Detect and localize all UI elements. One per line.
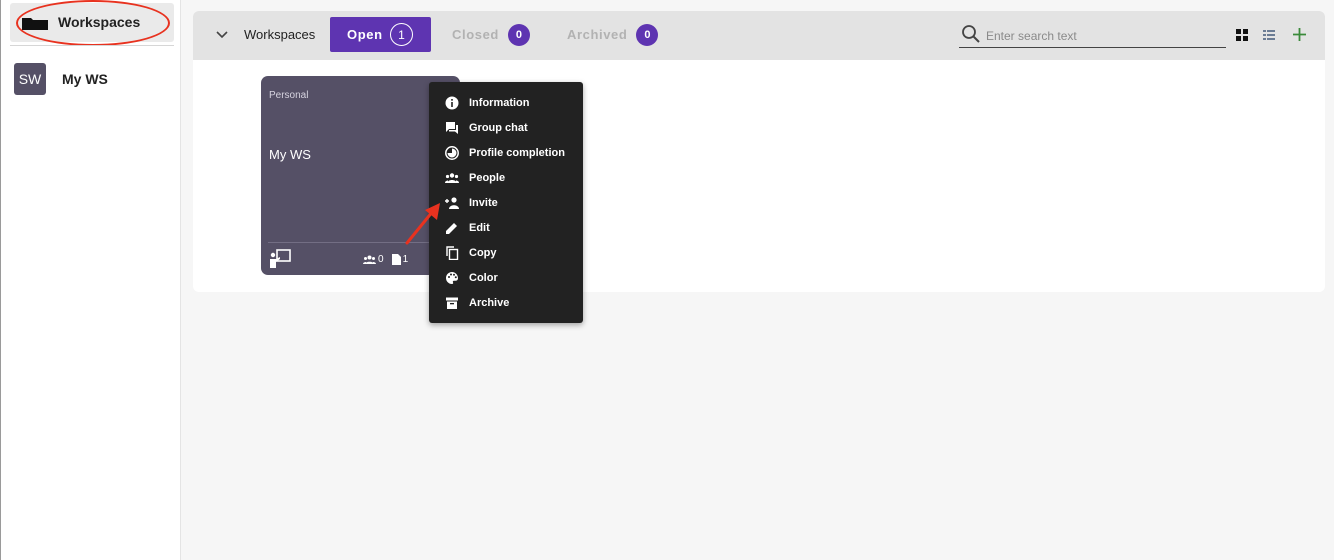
sidebar-header-title: Workspaces <box>58 14 141 30</box>
archive-icon <box>446 297 458 309</box>
menu-item-label: People <box>469 172 506 184</box>
menu-item-archive[interactable]: Archive <box>429 291 583 316</box>
card-type: Personal <box>269 90 309 101</box>
tab-open-label: Open <box>347 27 383 42</box>
menu-item-label: Profile completion <box>469 147 565 159</box>
tab-closed[interactable]: Closed 0 <box>452 17 530 52</box>
search-icon <box>962 25 980 43</box>
search-input[interactable] <box>986 27 1216 45</box>
card-stats: 0 1 <box>363 254 416 265</box>
menu-item-label: Information <box>469 97 530 109</box>
presenter-board-icon <box>270 249 291 268</box>
tab-archived-count: 0 <box>636 23 659 46</box>
chat-icon <box>446 122 458 134</box>
pencil-icon <box>446 223 457 234</box>
sidebar-item-label: My WS <box>62 71 108 87</box>
card-divider <box>268 242 453 243</box>
menu-item-color[interactable]: Color <box>429 266 583 291</box>
sidebar-item-my-ws[interactable]: SW My WS <box>10 60 174 98</box>
menu-item-edit[interactable]: Edit <box>429 216 583 241</box>
sidebar-header-workspaces[interactable]: Workspaces <box>10 3 174 42</box>
people-count: 0 <box>378 254 384 265</box>
chevron-down-icon[interactable] <box>215 28 229 42</box>
document-count: 1 <box>402 254 409 265</box>
search-box <box>959 23 1226 48</box>
avatar: SW <box>14 63 46 95</box>
info-icon <box>445 96 459 110</box>
people-icon <box>445 173 459 183</box>
menu-item-copy[interactable]: Copy <box>429 241 583 266</box>
menu-item-label: Color <box>469 272 498 284</box>
pie-chart-icon <box>445 146 459 160</box>
tab-archived-label: Archived <box>567 27 628 42</box>
tab-open[interactable]: Open 1 <box>330 17 431 52</box>
menu-item-label: Copy <box>469 247 497 259</box>
menu-item-people[interactable]: People <box>429 166 583 191</box>
grid-view-icon[interactable] <box>1235 28 1249 42</box>
copy-icon <box>446 246 459 260</box>
plus-icon[interactable] <box>1292 27 1307 42</box>
workspaces-panel: Workspaces Open 1 Closed 0 Archived 0 En… <box>193 11 1325 292</box>
context-menu: Information Group chat Profile completio… <box>429 82 583 323</box>
menu-item-label: Invite <box>469 197 498 209</box>
menu-item-information[interactable]: Information <box>429 91 583 116</box>
people-icon <box>363 255 376 264</box>
palette-icon <box>446 272 458 284</box>
sidebar: Workspaces SW My WS <box>0 0 181 560</box>
toolbar-title: Workspaces <box>244 27 316 42</box>
tab-open-count: 1 <box>390 23 413 46</box>
folder-icon <box>22 18 48 30</box>
menu-item-label: Edit <box>469 222 490 234</box>
menu-item-label: Group chat <box>469 122 528 134</box>
person-add-icon <box>445 197 459 209</box>
document-icon <box>391 254 401 265</box>
card-name: My WS <box>269 147 311 162</box>
sidebar-divider <box>10 45 174 46</box>
toolbar: Workspaces Open 1 Closed 0 Archived 0 <box>193 11 1325 60</box>
tab-archived[interactable]: Archived 0 <box>567 17 659 52</box>
tab-closed-count: 0 <box>507 23 530 46</box>
menu-item-profile-completion[interactable]: Profile completion <box>429 141 583 166</box>
tab-closed-label: Closed <box>452 27 499 42</box>
menu-item-group-chat[interactable]: Group chat <box>429 116 583 141</box>
list-view-icon[interactable] <box>1262 28 1276 42</box>
menu-item-label: Archive <box>469 297 510 309</box>
menu-item-invite[interactable]: Invite <box>429 191 583 216</box>
